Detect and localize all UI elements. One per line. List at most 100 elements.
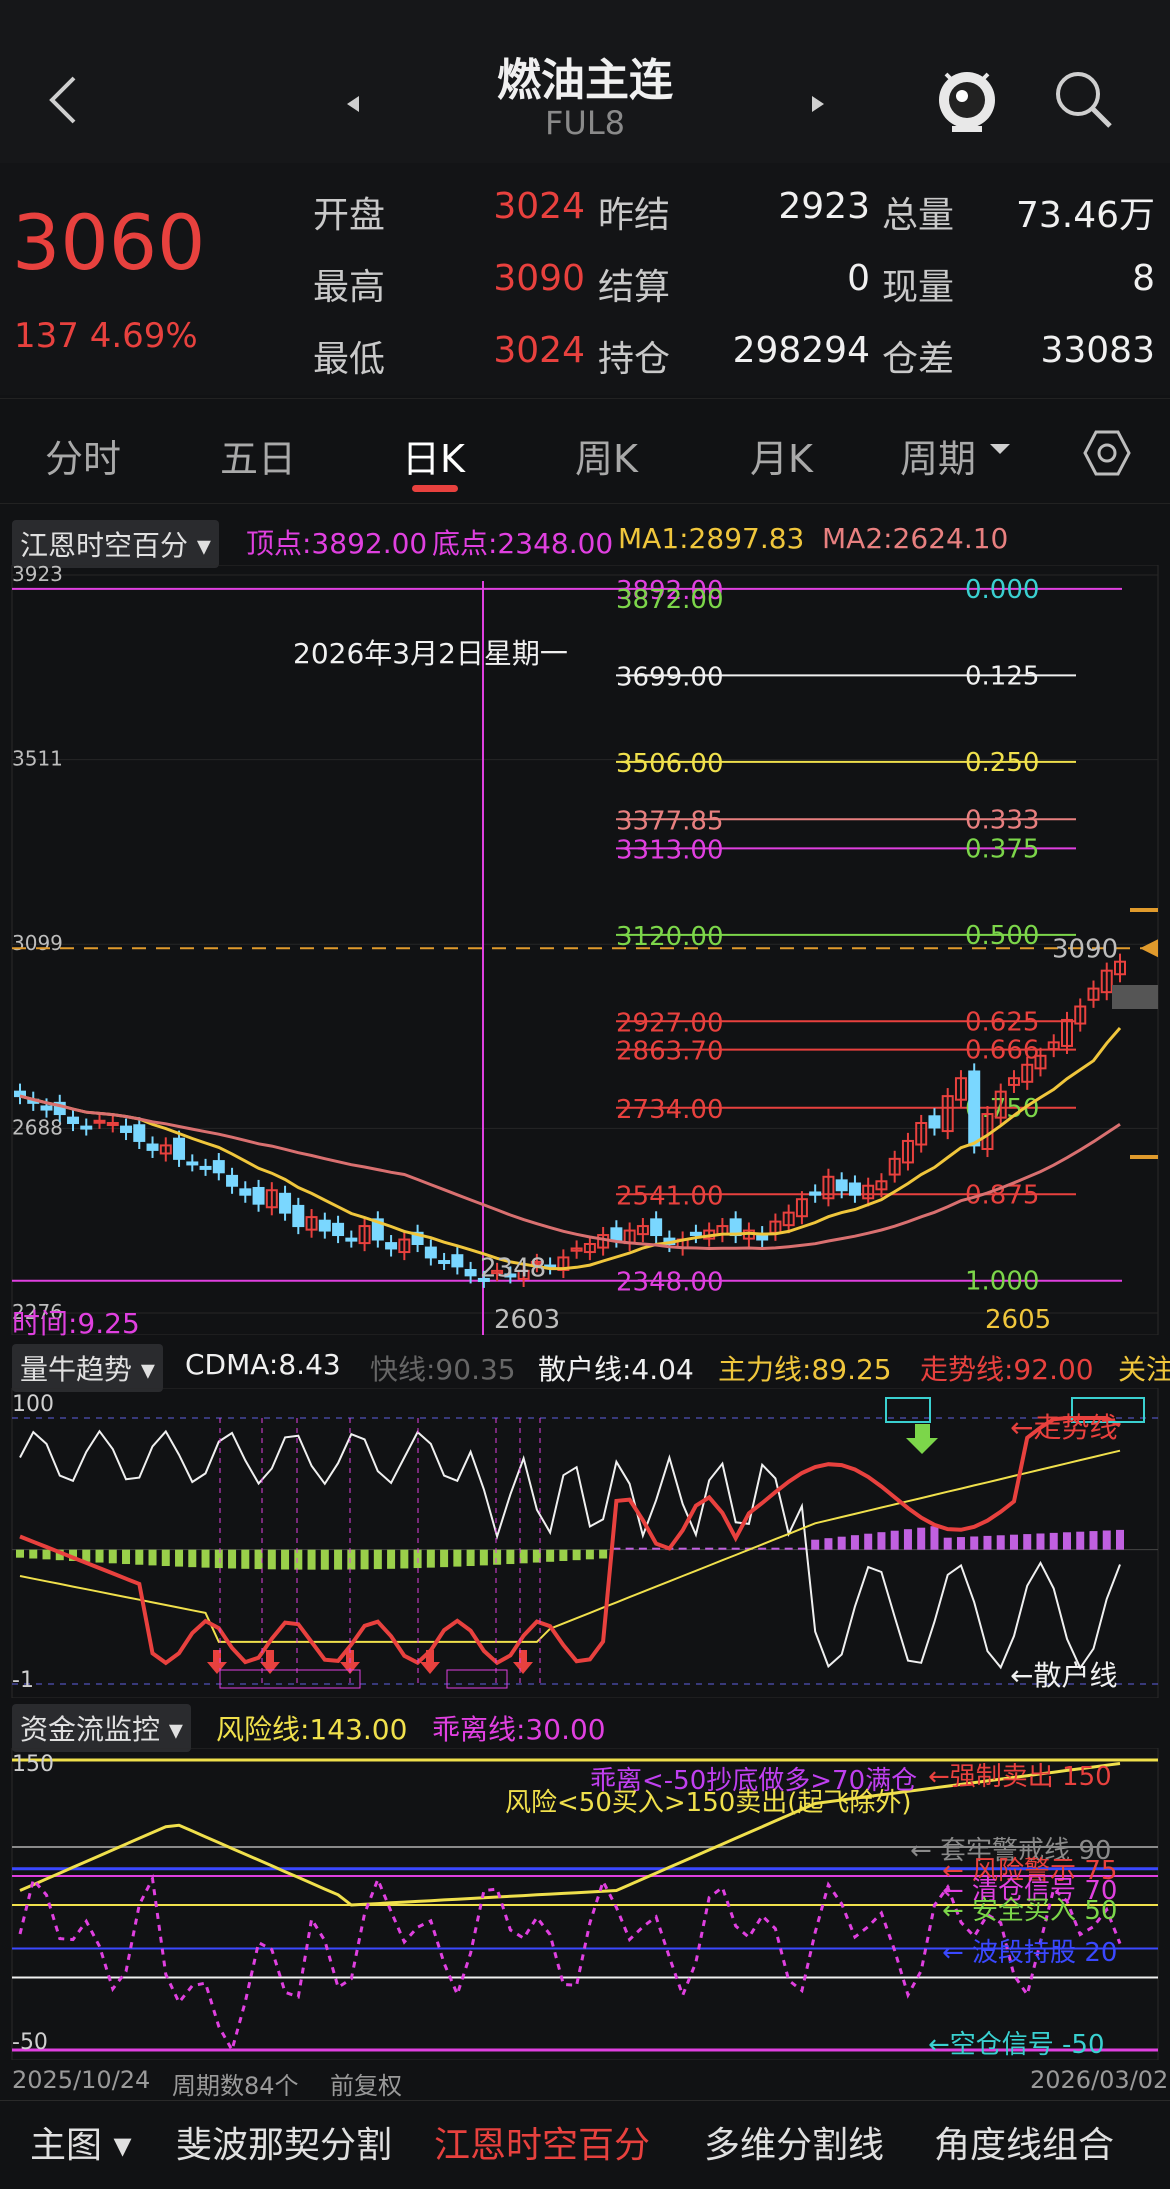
volume-bar (1009, 1534, 1018, 1550)
tab-intraday[interactable]: 分时 (45, 428, 121, 483)
candle-body (133, 1124, 146, 1142)
volume-bar (347, 1549, 356, 1570)
btab-multi-split[interactable]: 多维分割线 (704, 2116, 884, 2168)
candle-body (345, 1237, 358, 1242)
tab-weekly-k[interactable]: 周K (575, 428, 638, 483)
candle-body (199, 1165, 212, 1170)
active-tab-indicator (412, 485, 458, 492)
volume-bar (479, 1549, 488, 1566)
volume-bar (850, 1535, 859, 1550)
candle-body (252, 1186, 265, 1205)
trend-line (19, 1416, 1121, 1666)
candle-body (451, 1254, 464, 1268)
y-tick-label: 3511 (12, 747, 63, 771)
candle-body (292, 1204, 305, 1228)
gann-level-price: 3699.00 (616, 662, 724, 692)
volume-bar (506, 1549, 515, 1565)
volume-bar (572, 1549, 581, 1561)
volume-bar (360, 1549, 369, 1570)
main-force-line (19, 1449, 1121, 1643)
volume-bar (1062, 1532, 1071, 1550)
volume-bar (705, 1547, 714, 1550)
next-contract-icon[interactable] (810, 94, 826, 114)
gann-level-pct: 0.333 (965, 805, 1039, 835)
candle-body (279, 1192, 292, 1214)
volume-bar (877, 1532, 886, 1550)
main-kline-chart[interactable]: 392335113099268822760.0003892.003872.000… (0, 565, 1170, 1335)
volume-bar (1036, 1533, 1045, 1550)
volume-bar (903, 1529, 912, 1550)
btab-fibonacci[interactable]: 斐波那契分割 (176, 2116, 392, 2168)
volume-bar (493, 1549, 502, 1565)
volume-bar (29, 1549, 38, 1559)
swing-hold-label: ← 波段持股 20 (942, 1938, 1118, 1968)
gann-level-pct: 0.250 (965, 748, 1039, 778)
btab-gann[interactable]: 江恩时空百分 (434, 2116, 650, 2168)
start-date: 2025/10/24 (12, 2066, 151, 2094)
candle-body (928, 1115, 941, 1129)
volume-bar (254, 1549, 263, 1570)
current-vol-label: 现量 (882, 267, 955, 308)
panel3-selector[interactable]: 资金流监控 ▾ (12, 1704, 191, 1752)
volume-bar (16, 1549, 24, 1558)
volume-bar (241, 1549, 250, 1569)
last-price-tag: 3090 (1052, 934, 1118, 964)
volume-bar (956, 1537, 965, 1550)
chevron-down-icon[interactable] (988, 442, 1012, 456)
volume-bar (731, 1547, 740, 1550)
volume-bar (519, 1549, 528, 1564)
volume-bar (453, 1549, 462, 1567)
panel2-selector[interactable]: 量牛趋势 ▾ (12, 1344, 163, 1392)
volume-bar (652, 1547, 661, 1550)
btab-angle-lines[interactable]: 角度线组合 (934, 2116, 1114, 2168)
empty-signal-label: ←空仓信号 -50 (928, 2030, 1105, 2060)
candle-body (835, 1179, 848, 1192)
signal-box (219, 1669, 361, 1689)
volume-bar (387, 1549, 396, 1569)
ma1-value: MA1:2897.83 (618, 522, 805, 555)
panel3-ymax: 150 (12, 1752, 54, 1777)
volume-bar (175, 1549, 184, 1567)
sell-arrow-icon (906, 1424, 938, 1454)
main-indicator-selector[interactable]: 江恩时空百分 ▾ (12, 520, 219, 568)
trend-indicator-chart[interactable] (0, 1388, 1170, 1698)
panel2-ymin: -1 (12, 1668, 34, 1693)
oi-change-label: 仓差 (882, 339, 955, 380)
tab-five-day[interactable]: 五日 (220, 428, 296, 483)
settings-icon[interactable] (1082, 428, 1132, 478)
volume-bar (108, 1549, 117, 1564)
candle-body (318, 1219, 331, 1232)
volume-bar (625, 1547, 634, 1550)
adjustment-mode[interactable]: 前复权 (330, 2066, 402, 2101)
y-tick-label: 3099 (12, 931, 63, 955)
volume-bar (784, 1547, 793, 1550)
candle-body (80, 1125, 93, 1130)
low-date-value: 2603 (494, 1305, 560, 1335)
low-point-label: 2348 (480, 1254, 546, 1284)
high-label: 最高 (313, 267, 386, 308)
force-sell-label: ←强制卖出 150 (928, 1762, 1112, 1792)
gann-level-price: 2927.00 (616, 1008, 724, 1038)
mascot-icon[interactable] (932, 60, 1002, 136)
tab-monthly-k[interactable]: 月K (750, 428, 813, 483)
candle-body (848, 1182, 861, 1196)
open-interest-value: 298294 (732, 330, 870, 371)
gann-level-pct: 0.500 (965, 921, 1039, 951)
candle-body (173, 1137, 186, 1160)
open-interest-label: 持仓 (598, 339, 671, 380)
tab-period[interactable]: 周期 (900, 428, 976, 483)
volume-bar (95, 1549, 104, 1563)
volume-bar (797, 1547, 806, 1550)
gann-level-pct: 0.000 (965, 575, 1039, 605)
tab-daily-k[interactable]: 日K (402, 428, 465, 483)
main-force-value: 主力线:89.25 (718, 1353, 892, 1386)
last-price-marker (1140, 939, 1158, 958)
period-count: 周期数84个 (172, 2072, 299, 2100)
search-icon[interactable] (1052, 68, 1116, 132)
gann-level-price: 3506.00 (616, 749, 724, 779)
date-label: 2026年3月2日星期一 (293, 637, 568, 670)
volume-bar (691, 1547, 700, 1550)
volume-bar (1102, 1530, 1111, 1550)
candle-body (67, 1116, 80, 1125)
btab-main[interactable]: 主图 ▾ (30, 2116, 132, 2168)
